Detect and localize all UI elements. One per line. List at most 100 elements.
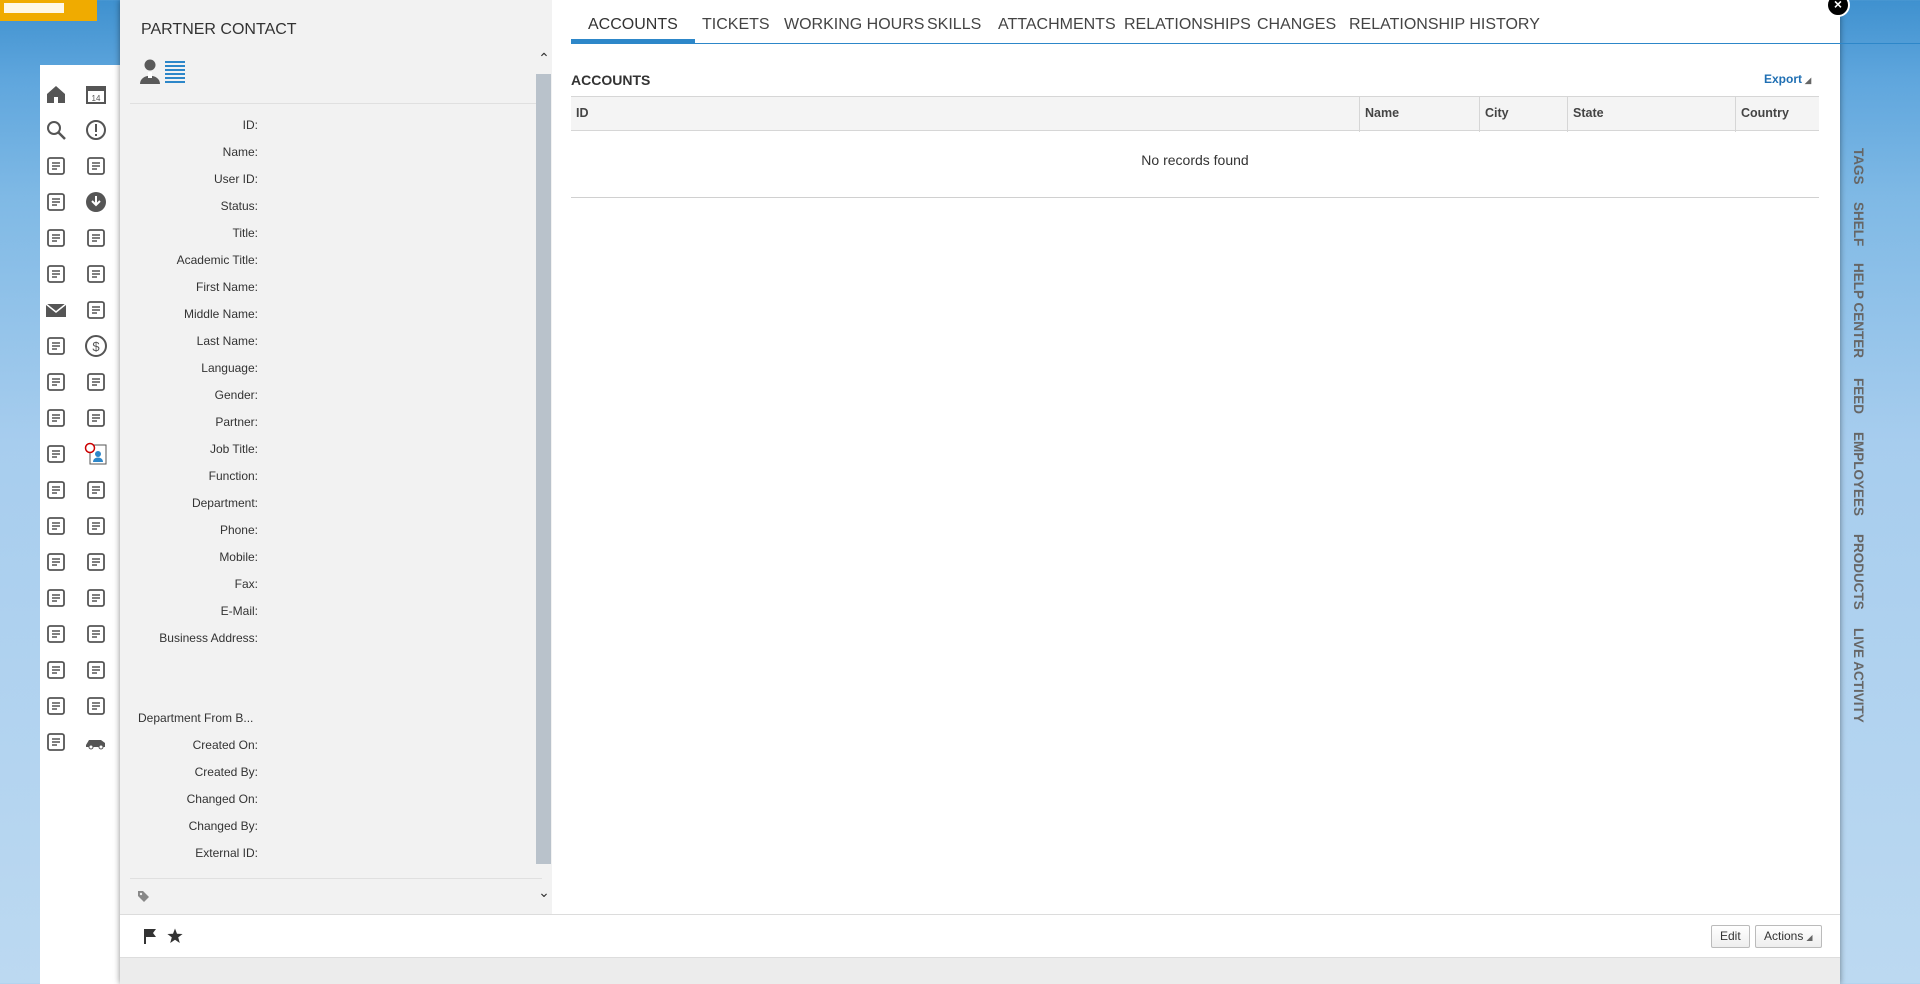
dollar-icon[interactable]: $ [83, 333, 109, 359]
field-label: Created On: [192, 738, 258, 752]
sidebar-tab-feed[interactable]: FEED [1851, 378, 1866, 414]
field-label: Changed On: [186, 792, 258, 806]
svg-text:$: $ [92, 339, 100, 354]
tab-skills[interactable]: SKILLS [927, 16, 981, 34]
export-button[interactable]: Export ◢ [1764, 72, 1811, 86]
mail-icon[interactable] [43, 297, 69, 323]
calendar-icon[interactable]: 14 [83, 81, 109, 107]
accounts-section-title: ACCOUNTS [571, 72, 651, 88]
calendar-week-icon[interactable] [83, 585, 109, 611]
edit-button[interactable]: Edit [1711, 925, 1750, 948]
team-building-icon[interactable] [83, 261, 109, 287]
download-icon[interactable] [83, 189, 109, 215]
alert-icon[interactable] [83, 117, 109, 143]
actions-label: Actions [1764, 929, 1804, 943]
active-tab-indicator [571, 39, 695, 43]
calendar-clock-icon[interactable] [43, 405, 69, 431]
flag-icon[interactable] [143, 928, 157, 947]
sidebar-tab-live-activity[interactable]: LIVE ACTIVITY [1851, 628, 1866, 723]
field-label: External ID: [195, 846, 258, 860]
partner-contact-icon[interactable] [83, 441, 109, 467]
phone-grid-icon[interactable] [43, 621, 69, 647]
page-title: PARTNER CONTACT [141, 21, 297, 38]
sidebar-tab-help-center[interactable]: HELP CENTER [1851, 263, 1866, 358]
partner-contact-modal: PARTNER CONTACT ID: Name: User ID: Status: T… [120, 0, 1920, 984]
tab-attachments[interactable]: ATTACHMENTS [998, 16, 1116, 34]
header-divider [130, 103, 542, 104]
tab-relationships[interactable]: RELATIONSHIPS [1124, 16, 1251, 34]
column-header-country[interactable]: Country [1735, 97, 1819, 132]
car-icon[interactable] [83, 729, 109, 755]
list-view-icon[interactable] [164, 58, 186, 87]
search-icon[interactable] [43, 117, 69, 143]
price-tag-icon[interactable] [43, 549, 69, 575]
building-location-icon[interactable] [43, 477, 69, 503]
footer-icons [143, 928, 183, 947]
field-label: Job Title: [209, 442, 258, 456]
field-label: Name: [222, 145, 258, 159]
timeline-icon[interactable] [83, 657, 109, 683]
column-header-id[interactable]: ID [571, 97, 1359, 132]
money-transfer-icon[interactable] [43, 333, 69, 359]
column-header-name[interactable]: Name [1359, 97, 1479, 132]
sidebar-tab-employees[interactable]: EMPLOYEES [1851, 432, 1866, 516]
home-icon[interactable] [43, 81, 69, 107]
scrollbar-thumb[interactable] [536, 74, 551, 864]
column-header-city[interactable]: City [1479, 97, 1567, 132]
org-people-icon[interactable] [43, 153, 69, 179]
field-label: ID: [242, 118, 258, 132]
clipboard-check-icon[interactable] [83, 621, 109, 647]
chat-list-icon[interactable] [83, 477, 109, 503]
field-label: Mobile: [219, 550, 258, 564]
field-label: E-Mail: [220, 604, 258, 618]
field-label: User ID: [213, 172, 258, 186]
scroll-up-icon[interactable]: ⌃ [537, 50, 551, 66]
person-exchange-icon[interactable] [43, 369, 69, 395]
actions-button[interactable]: Actions ◢ [1755, 925, 1822, 948]
sidebar-tab-tags[interactable]: TAGS [1851, 148, 1866, 185]
document-chart-icon[interactable] [83, 369, 109, 395]
field-label: Status: [220, 199, 258, 213]
speed-icon[interactable] [83, 549, 109, 575]
tag-icon[interactable] [137, 890, 150, 906]
field-label: Created By: [194, 765, 258, 779]
tab-tickets[interactable]: TICKETS [702, 16, 770, 34]
tab-changes[interactable]: CHANGES [1257, 16, 1336, 34]
field-label: Changed By: [188, 819, 258, 833]
field-label: Department: [191, 496, 258, 510]
svg-text:14: 14 [92, 94, 101, 103]
hierarchy-icon[interactable] [83, 153, 109, 179]
sidebar-tab-products[interactable]: PRODUCTS [1851, 534, 1866, 610]
details-scrollbar[interactable]: ⌃ ⌄ [534, 46, 552, 914]
person-list-icon[interactable] [43, 261, 69, 287]
analysis-icon[interactable] [43, 225, 69, 251]
field-label: Gender: [214, 388, 258, 402]
location-person-icon[interactable] [43, 513, 69, 539]
tab-relationship-history[interactable]: RELATIONSHIP HISTORY [1349, 16, 1540, 34]
table-header: ID Name City State Country [571, 96, 1819, 132]
contact-person-icon[interactable] [139, 58, 161, 87]
product-box-icon[interactable] [43, 189, 69, 215]
cube-icon[interactable] [83, 693, 109, 719]
handshake-icon[interactable] [83, 405, 109, 431]
clipboard-list-icon[interactable] [43, 693, 69, 719]
checklist-icon[interactable] [83, 297, 109, 323]
column-header-state[interactable]: State [1567, 97, 1735, 132]
favorite-star-icon[interactable] [167, 928, 183, 947]
tab-accounts[interactable]: ACCOUNTS [588, 16, 678, 34]
map-pin-icon[interactable] [43, 585, 69, 611]
list-icon[interactable] [43, 441, 69, 467]
sidebar-tab-shelf[interactable]: SHELF [1851, 202, 1866, 246]
accounts-table: ID Name City State Country No records found [571, 96, 1819, 198]
empty-message: No records found [1141, 152, 1249, 168]
dropdown-corner-icon: ◢ [1805, 76, 1812, 85]
contact-circle-icon[interactable] [83, 225, 109, 251]
report-icon[interactable] [43, 729, 69, 755]
tab-working-hours[interactable]: WORKING HOURS [784, 16, 924, 34]
notebook-icon[interactable] [83, 513, 109, 539]
tab-bar: ACCOUNTS TICKETS WORKING HOURS SKILLS ATTACH… [571, 0, 1920, 44]
tags-divider [130, 878, 542, 879]
scroll-down-icon[interactable]: ⌄ [537, 884, 551, 900]
field-label: Language: [201, 361, 258, 375]
calendar-star-icon[interactable] [43, 657, 69, 683]
